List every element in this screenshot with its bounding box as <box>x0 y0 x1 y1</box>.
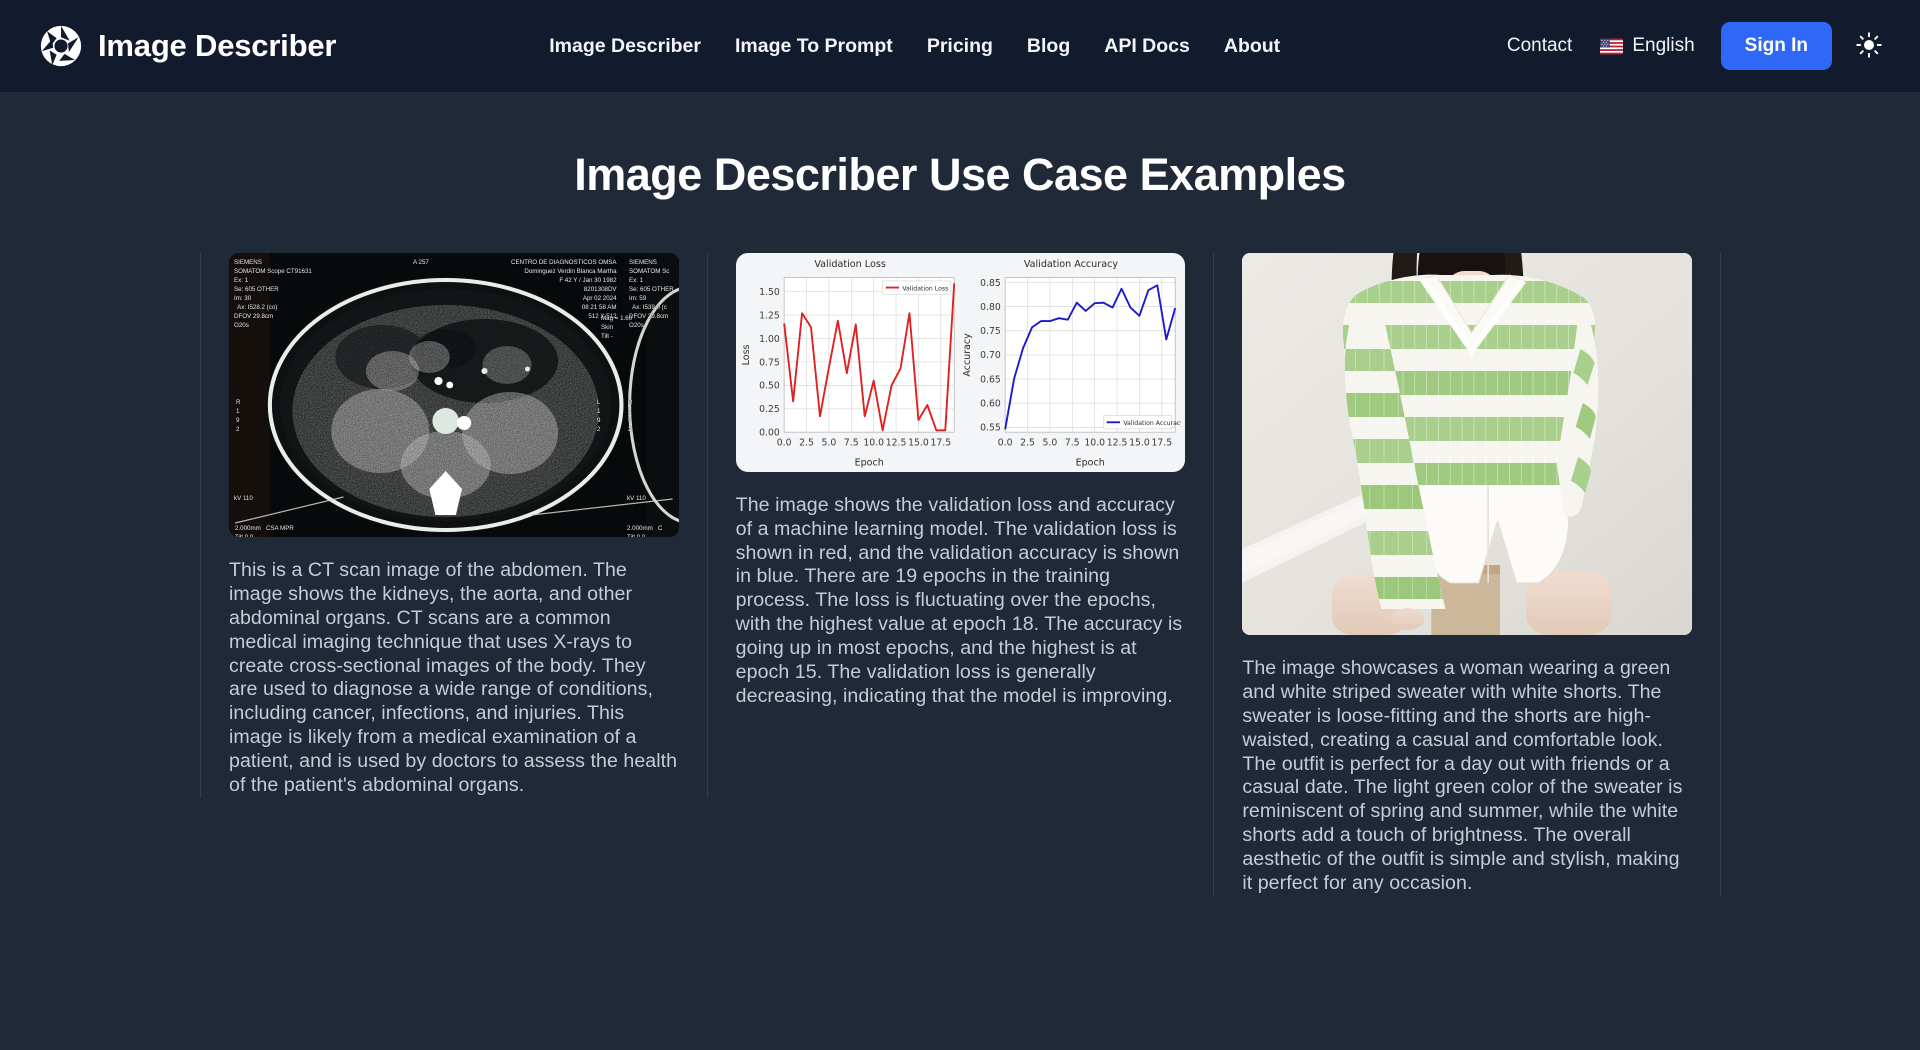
ct-overlay-top-right: CENTRO DE DIAGNOSTICOS OMSA Dominguez Ve… <box>511 259 617 320</box>
svg-text:Validation Accuracy: Validation Accuracy <box>1123 420 1182 427</box>
svg-text:17.5: 17.5 <box>930 437 951 448</box>
svg-text:0.60: 0.60 <box>980 399 1001 410</box>
svg-text:7.5: 7.5 <box>1064 437 1079 448</box>
svg-text:0.50: 0.50 <box>759 381 780 392</box>
example-card-ml-charts: Validation Loss 0.00 0.25 0.50 0.75 1.00 1.25… <box>706 253 1215 709</box>
svg-text:5.0: 5.0 <box>821 437 836 448</box>
nav-item-image-describer[interactable]: Image Describer <box>532 27 718 66</box>
example-caption: The image showcases a woman wearing a gr… <box>1242 657 1683 895</box>
examples-grid: SIEMENS SOMATOM Scope CT91631 Ex: 1 Se: … <box>0 253 1920 896</box>
svg-text:17.5: 17.5 <box>1151 437 1172 448</box>
ct-overlay-left-marker: R 1 9 2 <box>236 399 241 433</box>
ct-overlay-kv-right: kV 110 <box>627 495 646 502</box>
svg-text:2.5: 2.5 <box>799 437 814 448</box>
svg-text:12.5: 12.5 <box>885 437 906 448</box>
svg-text:0.70: 0.70 <box>980 350 1001 361</box>
example-card-ct-scan: SIEMENS SOMATOM Scope CT91631 Ex: 1 Se: … <box>200 253 708 798</box>
svg-text:15.0: 15.0 <box>908 437 929 448</box>
theme-toggle-button[interactable] <box>1852 29 1886 63</box>
svg-text:0.55: 0.55 <box>980 423 1001 434</box>
svg-text:0.75: 0.75 <box>759 357 780 368</box>
brand-logo-link[interactable]: Image Describer <box>40 25 336 67</box>
svg-text:Loss: Loss <box>741 344 752 365</box>
nav-item-about[interactable]: About <box>1207 27 1297 66</box>
svg-text:0.80: 0.80 <box>980 302 1001 313</box>
nav-item-image-to-prompt[interactable]: Image To Prompt <box>718 27 910 66</box>
svg-text:Accuracy: Accuracy <box>961 333 972 377</box>
example-card-fashion: The image showcases a woman wearing a gr… <box>1213 253 1722 896</box>
header-actions: Contact English Sign In <box>1493 22 1886 70</box>
ct-scan-image: SIEMENS SOMATOM Scope CT91631 Ex: 1 Se: … <box>229 253 679 537</box>
example-caption: This is a CT scan image of the abdomen. … <box>229 559 678 797</box>
svg-text:0.0: 0.0 <box>997 437 1012 448</box>
main-navigation: Image Describer Image To Prompt Pricing … <box>532 27 1297 66</box>
nav-item-blog[interactable]: Blog <box>1010 27 1087 66</box>
ct-overlay-top-left: SIEMENS SOMATOM Scope CT91631 Ex: 1 Se: … <box>234 259 312 329</box>
ct-overlay-bottom-left: 2.000mm CSA MPR Tilt 0.0 Axial ABD Art <box>235 525 294 537</box>
svg-text:5.0: 5.0 <box>1042 437 1057 448</box>
svg-text:Epoch: Epoch <box>1075 457 1104 468</box>
nav-item-api-docs[interactable]: API Docs <box>1087 27 1207 66</box>
svg-text:1.50: 1.50 <box>759 287 780 298</box>
ct-overlay-right-marker-2: R 1 9 2 <box>628 399 633 433</box>
validation-accuracy-chart: Validation Accuracy 0.55 0.60 0.65 0.70 0.75… <box>961 259 1182 470</box>
aperture-icon <box>40 25 82 67</box>
svg-text:15.0: 15.0 <box>1129 437 1150 448</box>
ct-overlay-top-right-2: SIEMENS SOMATOM Sc Ex: 1 Se: 605 OTHER I… <box>629 259 674 329</box>
svg-text:0.25: 0.25 <box>759 404 780 415</box>
svg-text:12.5: 12.5 <box>1106 437 1127 448</box>
svg-text:10.0: 10.0 <box>863 437 884 448</box>
svg-text:0.75: 0.75 <box>980 326 1001 337</box>
ct-overlay-kv-left: kV 110 <box>234 495 253 502</box>
page-title: Image Describer Use Case Examples <box>574 149 1346 200</box>
svg-text:Epoch: Epoch <box>854 457 883 468</box>
svg-text:0.85: 0.85 <box>980 278 1001 289</box>
svg-text:0.0: 0.0 <box>776 437 791 448</box>
site-header: Image Describer Image Describer Image To… <box>0 0 1920 92</box>
sign-in-button[interactable]: Sign In <box>1720 22 1832 70</box>
language-label: English <box>1632 35 1695 56</box>
us-flag-icon <box>1600 38 1624 55</box>
ct-overlay-top-center: A 257 <box>413 259 429 266</box>
svg-text:1.25: 1.25 <box>759 310 780 321</box>
example-caption: The image shows the validation loss and … <box>735 493 1183 707</box>
svg-text:1.00: 1.00 <box>759 334 780 345</box>
language-switcher[interactable]: English <box>1586 27 1708 65</box>
validation-loss-chart: Validation Loss 0.00 0.25 0.50 0.75 1.00 1.25… <box>740 259 961 470</box>
contact-link[interactable]: Contact <box>1493 27 1586 65</box>
chart-title: Validation Loss <box>814 259 886 270</box>
nav-item-pricing[interactable]: Pricing <box>910 27 1010 66</box>
ct-overlay-bottom-right: 2.000mm C Tilt 0.0 Axial ABD <box>627 525 663 537</box>
svg-text:Validation Loss: Validation Loss <box>902 285 948 292</box>
ct-overlay-right-marker: L 1 9 2 <box>597 399 601 433</box>
svg-text:10.0: 10.0 <box>1084 437 1105 448</box>
svg-text:0.65: 0.65 <box>980 374 1001 385</box>
brand-name: Image Describer <box>98 28 337 63</box>
sun-icon <box>1856 31 1882 61</box>
chart-title: Validation Accuracy <box>1023 259 1119 270</box>
fashion-photo-image <box>1242 253 1693 635</box>
ct-overlay-mag: Mag = 1.60 Skin Tilt - <box>601 315 633 340</box>
svg-text:7.5: 7.5 <box>844 437 859 448</box>
svg-text:2.5: 2.5 <box>1020 437 1035 448</box>
ml-charts-image: Validation Loss 0.00 0.25 0.50 0.75 1.00 1.25… <box>735 253 1186 472</box>
